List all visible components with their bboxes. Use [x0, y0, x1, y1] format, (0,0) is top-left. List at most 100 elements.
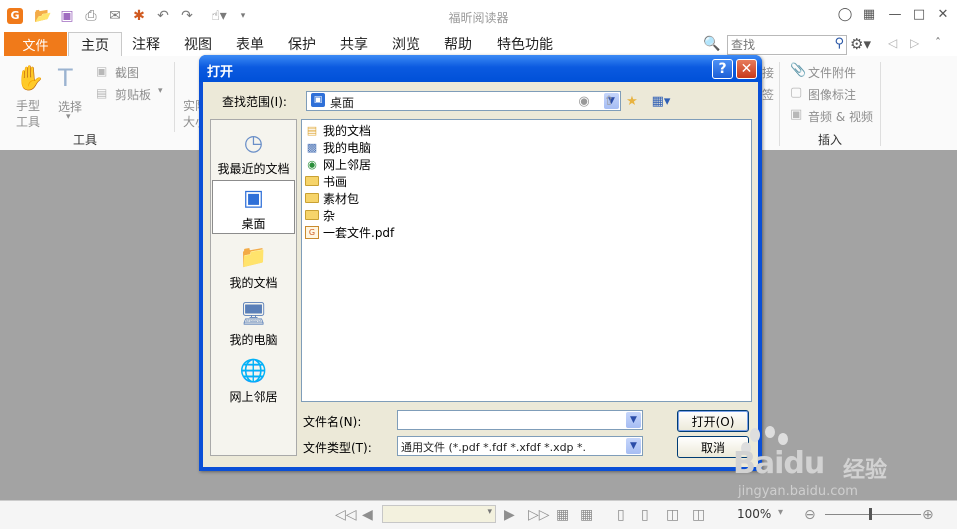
- search-box[interactable]: ⚲: [727, 35, 847, 55]
- search-icon[interactable]: ⚲: [834, 36, 844, 51]
- place-recent-documents[interactable]: ◷ 我最近的文档: [212, 126, 295, 180]
- tab-view[interactable]: 视图: [176, 32, 220, 56]
- chevron-down-icon[interactable]: ▼: [626, 412, 641, 428]
- page-number-input[interactable]: ▾: [382, 505, 496, 523]
- lookin-combo[interactable]: ▣ 桌面 ▼: [306, 91, 621, 111]
- pdf-file-icon: G: [305, 225, 319, 239]
- maximize-button[interactable]: □: [908, 4, 930, 24]
- continuous-page-icon[interactable]: ▯: [641, 507, 649, 523]
- audio-video-icon: ▣: [790, 107, 803, 122]
- list-item[interactable]: ◉ 网上邻居: [305, 156, 371, 172]
- file-list[interactable]: ▤ 我的文档 ▩ 我的电脑 ◉ 网上邻居 书画 素材包 杂 G 一套文件.pdf: [301, 119, 752, 402]
- new-folder-icon[interactable]: ★: [623, 93, 641, 109]
- first-page-icon[interactable]: ◁◁: [335, 507, 357, 523]
- tab-form[interactable]: 表单: [228, 32, 272, 56]
- tab-comment[interactable]: 注释: [124, 32, 168, 56]
- prev-page-icon[interactable]: ◀: [362, 507, 373, 523]
- file-name: 杂: [323, 208, 336, 223]
- clipboard-icon: ▤: [96, 86, 108, 100]
- collapse-ribbon-icon[interactable]: ˆ: [935, 36, 941, 50]
- place-label: 我的电脑: [229, 333, 278, 347]
- list-item[interactable]: G 一套文件.pdf: [305, 224, 394, 240]
- screenshot-label[interactable]: 截图: [115, 64, 139, 81]
- place-label: 我的文档: [229, 276, 278, 290]
- audio-video-label[interactable]: 音频 & 视频: [808, 108, 873, 125]
- zoom-out-icon[interactable]: ⊖: [804, 507, 816, 523]
- app-title: 福昕阅读器: [448, 11, 509, 25]
- filename-field[interactable]: ▼: [397, 410, 643, 430]
- zoom-level[interactable]: 100%: [737, 507, 771, 521]
- image-annotation-label[interactable]: 图像标注: [808, 86, 856, 103]
- skin-icon[interactable]: ◯: [834, 4, 856, 24]
- file-name: 我的电脑: [323, 140, 372, 155]
- search-folder-icon[interactable]: 🔍: [703, 36, 720, 52]
- filename-input[interactable]: [400, 412, 620, 428]
- view-menu-icon[interactable]: ▦▾: [648, 93, 674, 109]
- next-view-icon[interactable]: ▦: [580, 507, 593, 523]
- tab-home[interactable]: 主页: [68, 32, 122, 57]
- search-input[interactable]: [731, 37, 823, 52]
- list-item[interactable]: ▩ 我的电脑: [305, 139, 371, 155]
- restore-layout-icon[interactable]: ▦: [858, 4, 880, 24]
- minimize-button[interactable]: —: [884, 4, 906, 24]
- tab-browse[interactable]: 浏览: [384, 32, 428, 56]
- desktop-icon: ▣: [243, 186, 264, 211]
- place-network[interactable]: 🌐 网上邻居: [212, 354, 295, 408]
- my-documents-icon: 📁: [239, 245, 268, 270]
- app-title-bar: G 📂 ▣ ⎙ ✉ ✱ ↶ ↷ ☝▾ ▾ 福昕阅读器 ◯ ▦ — □ ✕: [0, 0, 957, 32]
- zoom-slider[interactable]: [825, 508, 921, 520]
- zoom-slider-handle[interactable]: [869, 508, 872, 520]
- up-folder-icon[interactable]: ⇧: [600, 93, 618, 109]
- continuous-facing-icon[interactable]: ◫: [692, 507, 705, 523]
- hand-tool-label[interactable]: 手型 工具: [16, 98, 40, 130]
- settings-gear-icon[interactable]: ⚙▾: [850, 35, 871, 53]
- last-page-icon[interactable]: ▷▷: [528, 507, 550, 523]
- prev-view-icon[interactable]: ▦: [556, 507, 569, 523]
- place-my-computer[interactable]: 🖥 我的电脑: [212, 297, 295, 351]
- clipboard-dropdown-icon[interactable]: ▾: [158, 86, 163, 96]
- zoom-in-icon[interactable]: ⊕: [922, 507, 934, 523]
- folder-icon: [305, 193, 319, 203]
- file-attachment-label[interactable]: 文件附件: [808, 64, 856, 81]
- folder-icon: [305, 210, 319, 220]
- place-label: 桌面: [241, 217, 266, 231]
- filetype-value: 通用文件 (*.pdf *.fdf *.xfdf *.xdp *.: [401, 441, 587, 454]
- ribbon-separator: [779, 62, 780, 146]
- file-attachment-icon: 📎: [790, 63, 807, 78]
- dialog-close-button[interactable]: ✕: [736, 59, 757, 79]
- filetype-select[interactable]: 通用文件 (*.pdf *.fdf *.xfdf *.xdp *. ▼: [397, 436, 643, 456]
- network-places-icon: ◉: [307, 157, 317, 171]
- page-dropdown-icon[interactable]: ▾: [487, 507, 492, 517]
- list-item[interactable]: 杂: [305, 207, 335, 223]
- list-item[interactable]: 素材包: [305, 190, 359, 206]
- my-computer-icon: ▩: [306, 140, 318, 154]
- my-computer-icon: 🖥: [239, 302, 268, 327]
- file-menu-tab[interactable]: 文件: [4, 32, 67, 56]
- zoom-dropdown-icon[interactable]: ▾: [778, 507, 783, 518]
- list-item[interactable]: 书画: [305, 173, 347, 189]
- partial-ribbon-text-1: 接: [762, 66, 775, 80]
- close-button[interactable]: ✕: [932, 4, 954, 24]
- nav-back-icon[interactable]: ◁: [888, 36, 897, 50]
- single-page-icon[interactable]: ▯: [617, 507, 625, 523]
- next-page-icon[interactable]: ▶: [504, 507, 515, 523]
- place-my-documents[interactable]: 📁 我的文档: [212, 240, 295, 294]
- dialog-title: 打开: [207, 65, 234, 80]
- place-label: 网上邻居: [229, 390, 278, 404]
- network-places-icon: 🌐: [239, 359, 268, 384]
- dialog-title-bar[interactable]: [199, 55, 762, 82]
- my-documents-icon: ▤: [306, 123, 318, 137]
- tab-special-features[interactable]: 特色功能: [488, 32, 562, 56]
- place-desktop[interactable]: ▣ 桌面: [212, 180, 295, 234]
- select-dropdown-icon[interactable]: ▾: [66, 112, 71, 122]
- tab-share[interactable]: 共享: [332, 32, 376, 56]
- dialog-help-button[interactable]: ?: [712, 59, 733, 79]
- back-icon[interactable]: ◉: [575, 93, 593, 109]
- tab-protect[interactable]: 保护: [280, 32, 324, 56]
- tab-help[interactable]: 帮助: [436, 32, 480, 56]
- facing-page-icon[interactable]: ◫: [666, 507, 679, 523]
- list-item[interactable]: ▤ 我的文档: [305, 122, 371, 138]
- clipboard-label[interactable]: 剪贴板: [115, 86, 151, 103]
- chevron-down-icon[interactable]: ▼: [626, 438, 641, 454]
- nav-forward-icon[interactable]: ▷: [910, 36, 919, 50]
